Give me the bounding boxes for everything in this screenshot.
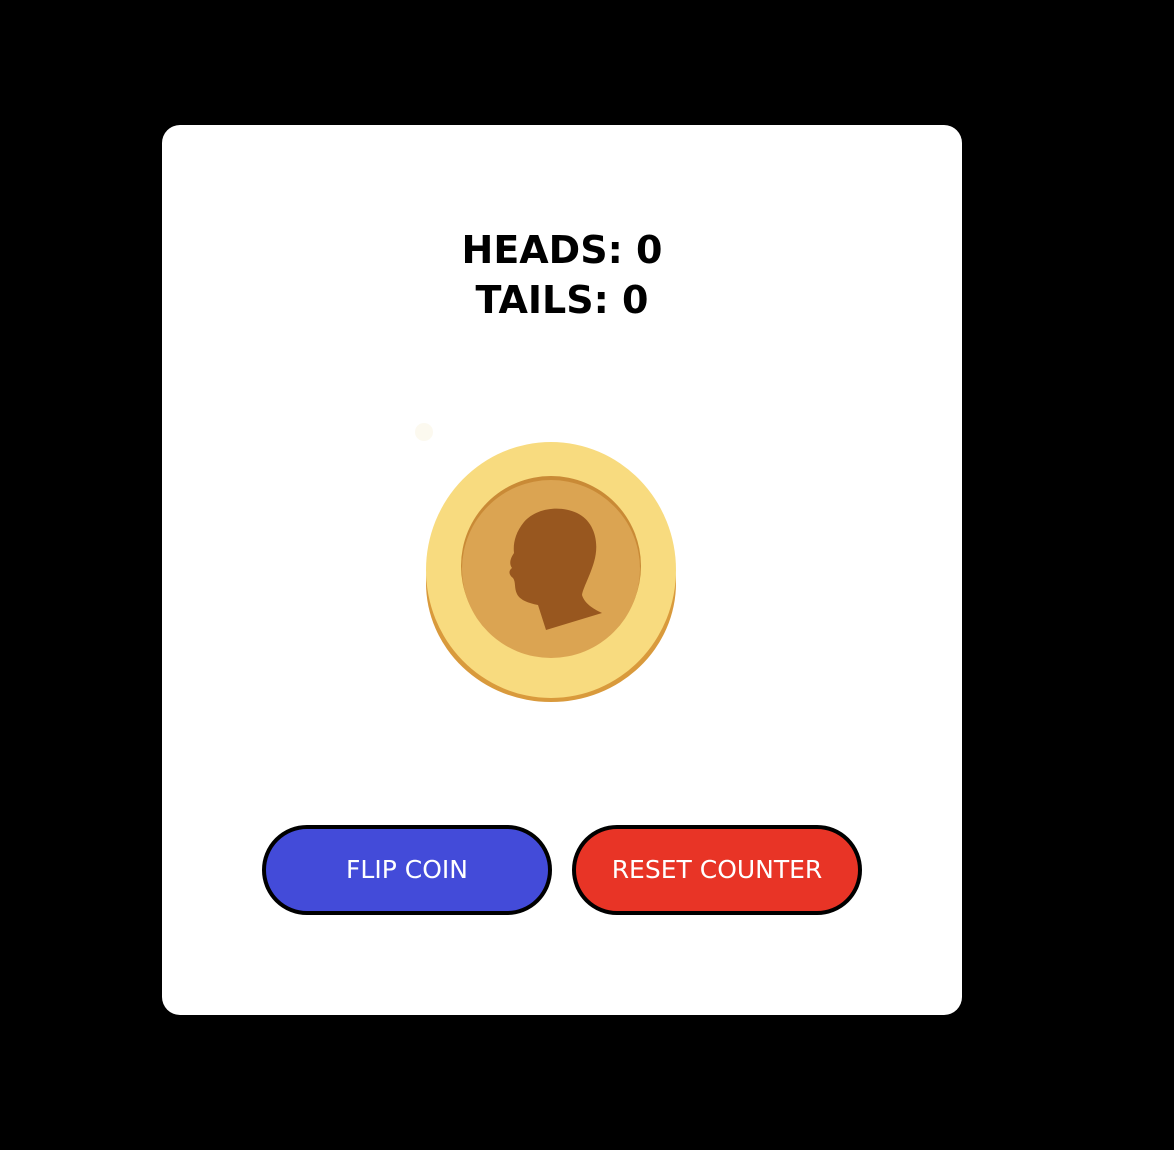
tails-count: TAILS: 0 bbox=[475, 278, 649, 322]
reset-counter-button[interactable]: RESET COUNTER bbox=[572, 825, 862, 915]
score-counter: HEADS: 0 TAILS: 0 bbox=[0, 225, 1124, 325]
coin-heads-icon bbox=[415, 423, 676, 702]
flip-coin-button[interactable]: FLIP COIN bbox=[262, 825, 552, 915]
coin-image bbox=[410, 420, 690, 710]
heads-count: HEADS: 0 bbox=[461, 228, 663, 272]
